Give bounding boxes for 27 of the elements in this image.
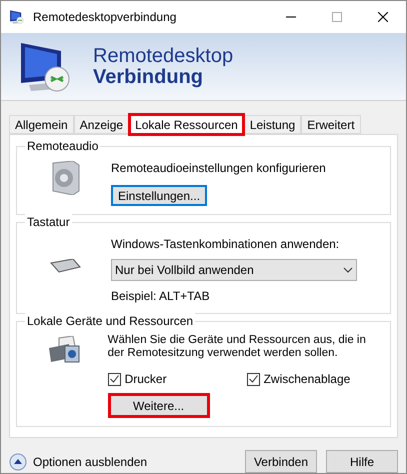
tab[interactable]: Anzeige (74, 115, 130, 134)
settings-button[interactable]: Einstellungen... (111, 185, 207, 206)
banner-subtitle: Verbindung (93, 66, 203, 88)
tab[interactable]: Allgemein (9, 115, 74, 134)
close-icon[interactable] (378, 12, 388, 22)
field-label: Windows-Tastenkombinationen anwenden: (111, 236, 340, 253)
footer-button[interactable]: Verbinden (245, 450, 317, 473)
hide-options-button[interactable]: Optionen ausblenden (9, 452, 148, 470)
tab[interactable]: Leistung (244, 115, 302, 134)
banner-title: Remotedesktop (93, 46, 234, 66)
dropdown[interactable]: Nur bei Vollbild anwenden (111, 259, 357, 281)
more-button[interactable]: Weitere... (108, 393, 210, 418)
footer-button[interactable]: Hilfe (326, 450, 398, 473)
description: Wählen Sie die Geräte und Ressourcen aus, die in der Remotesitzung verwendet werden sollen. (108, 334, 367, 360)
checkbox-label: Drucker (124, 371, 167, 388)
keyboard-icon (49, 259, 81, 273)
tab[interactable]: Erweitert (301, 115, 361, 134)
checkbox[interactable] (246, 372, 260, 386)
example-text: Beispiel: ALT+TAB (111, 288, 210, 305)
chevron-icon (343, 267, 353, 273)
checkbox[interactable] (108, 372, 121, 386)
checkbox-label: Zwischenablage (264, 371, 350, 388)
remote-desktop-icon (9, 9, 25, 25)
window-title: Remotedesktopverbindung (33, 9, 176, 26)
description: Remoteaudioeinstellungen konfigurieren (111, 160, 326, 177)
tab[interactable]: Lokale Ressourcen (129, 114, 244, 135)
collapse-icon (9, 452, 27, 470)
